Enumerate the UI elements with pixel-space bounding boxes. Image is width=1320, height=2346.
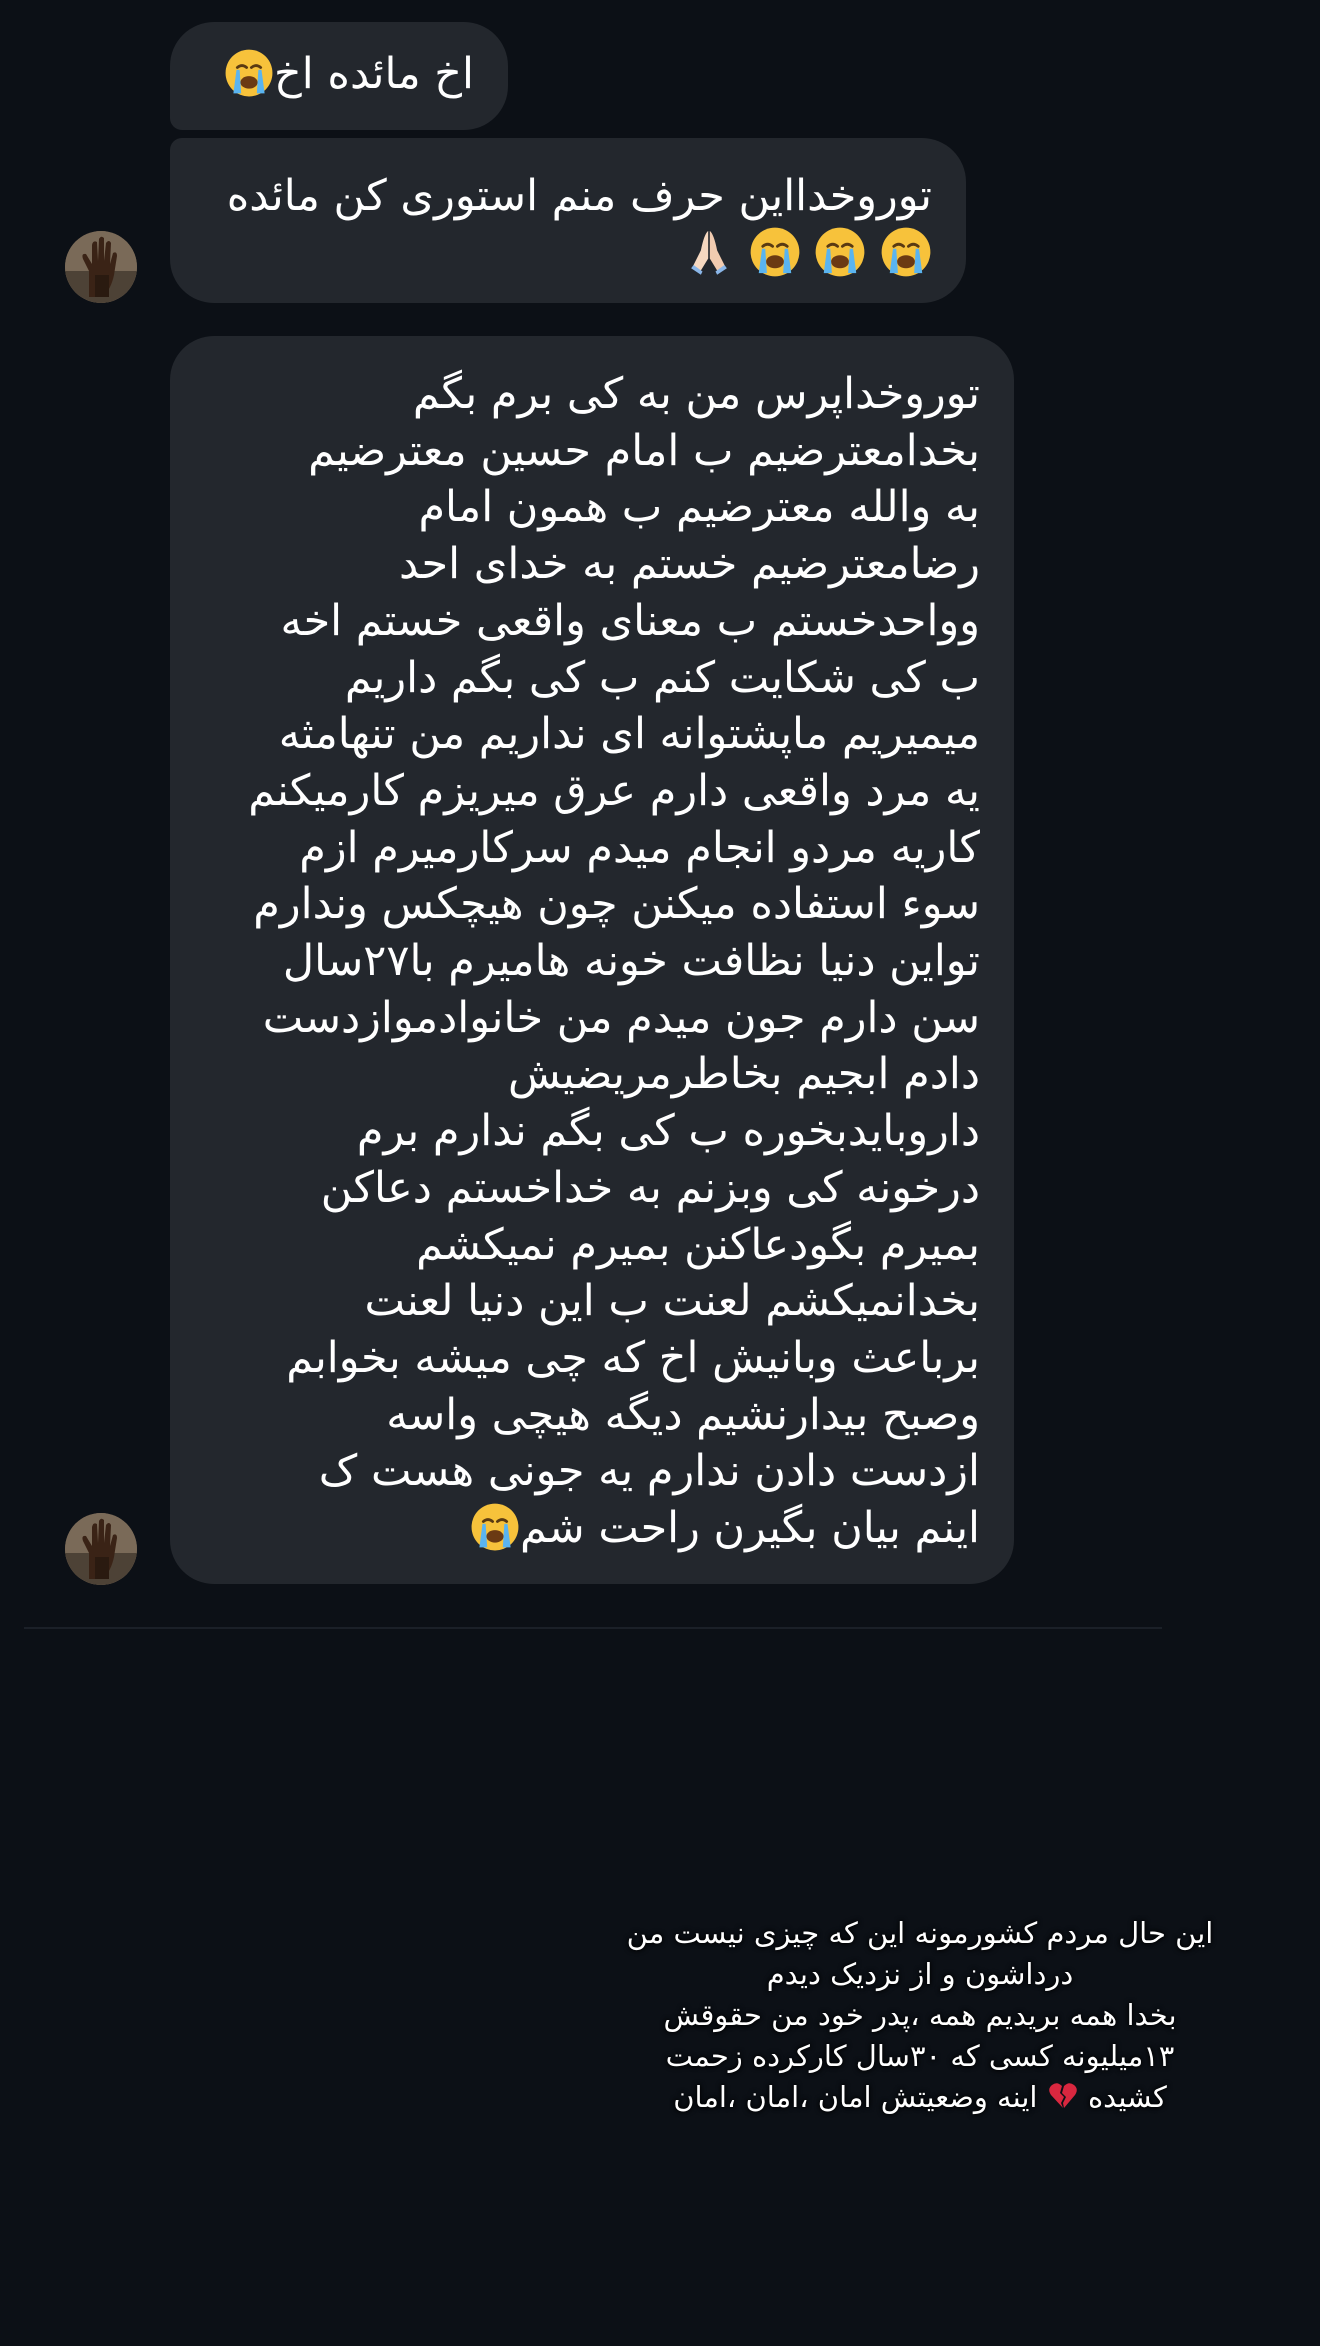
message-bubble-1[interactable]: اخ مائده اخ — [170, 22, 508, 130]
caption-line: این حال مردم کشورمونه این که چیزی نیست م… — [626, 1916, 1214, 1950]
message-text-line: تواین دنیا نظافت خونه هامیرم با۲۷سال — [282, 936, 980, 987]
message-text-line: سوء استفاده میکنن چون هیچکس وندارم — [253, 879, 980, 930]
sob-emoji-icon — [470, 1502, 520, 1552]
sob-emoji-icon — [814, 226, 866, 278]
message-text-line: وصبح بیدارنشیم دیگه هیچی واسه — [386, 1389, 980, 1440]
message-bubble-3[interactable]: توروخداپرس من به کی برم بگم بخدامعترضیم … — [170, 336, 1014, 1584]
sob-emoji-icon — [224, 48, 274, 98]
message-text-line: میمیریم ماپشتوانه ای نداریم من تنهامثه — [278, 709, 980, 760]
message-text-line: سن دارم جون میدم من خانوادموازدست — [262, 992, 980, 1043]
raised-hand-avatar-icon — [65, 1513, 137, 1585]
sob-emoji-icon — [749, 226, 801, 278]
message-text-line: اینم بیان بگیرن راحت شم — [200, 1500, 980, 1557]
message-text-line: به والله معترضیم ب همون امام — [418, 482, 980, 533]
caption-line: بخدا همه بریدیم همه ،پدر خود من حقوقش — [663, 1998, 1177, 2032]
caption-line: ۱۳میلیونه کسی که ۳۰سال کارکرده زحمت — [665, 2039, 1175, 2073]
message-text-line: دادم ابجیم بخاطرمریضیش — [507, 1049, 980, 1100]
caption-line: درداشون و از نزدیک دیدم — [766, 1957, 1074, 1991]
message-text-line: وواحدخستم ب معنای واقعی خستم اخه — [280, 595, 980, 646]
message-bubble-2[interactable]: توروخدااین حرف منم استوری کن مائده — [170, 138, 966, 303]
pray-emoji-icon — [683, 226, 735, 278]
sender-avatar[interactable] — [65, 231, 137, 303]
message-text-line: توروخداپرس من به کی برم بگم — [412, 369, 980, 419]
message-text-line: بخدانمیکشم لعنت ب این دنیا لعنت — [364, 1276, 980, 1327]
message-text-line: داروبایدبخوره ب کی بگم ندارم برم — [356, 1106, 980, 1157]
message-text-line: رضامعترضیم خستم به خدای احد — [398, 539, 980, 590]
message-text-line: کاریه مردو انجام میدم سرکارمیرم ازم — [299, 822, 980, 873]
message-text-line: ب کی شکایت کنم ب کی بگم داریم — [344, 652, 980, 703]
message-text-line: بمیرم بگودعاکنن بمیرم نمیکشم — [416, 1219, 980, 1270]
message-text-line: ازدست دادن ندارم یه جونی هست ک — [318, 1446, 980, 1497]
broken-heart-emoji-icon — [1047, 2079, 1079, 2111]
message-text-line: درخونه کی وبزنم به خداخستم دعاکن — [320, 1162, 980, 1213]
message-text-line: اخ مائده اخ — [200, 46, 474, 103]
divider — [24, 1627, 1162, 1629]
sender-avatar[interactable] — [65, 1513, 137, 1585]
sob-emoji-icon — [880, 226, 932, 278]
story-caption: این حال مردم کشورمونه این که چیزی نیست م… — [560, 1913, 1280, 2118]
message-text-line: بخدامعترضیم ب امام حسین معترضیم — [308, 425, 980, 476]
caption-line: کشیده اینه وضعیتش امان ،امان ،امان — [673, 2079, 1167, 2114]
message-text-line: برباعث وبانیش اخ که چی میشه بخوابم — [286, 1332, 980, 1383]
message-text-line: یه مرد واقعی دارم عرق میریزم کارمیکنم — [248, 765, 980, 816]
raised-hand-avatar-icon — [65, 231, 137, 303]
message-text-line: توروخدااین حرف منم استوری کن مائده — [226, 171, 932, 221]
message-emoji-line — [200, 225, 932, 282]
